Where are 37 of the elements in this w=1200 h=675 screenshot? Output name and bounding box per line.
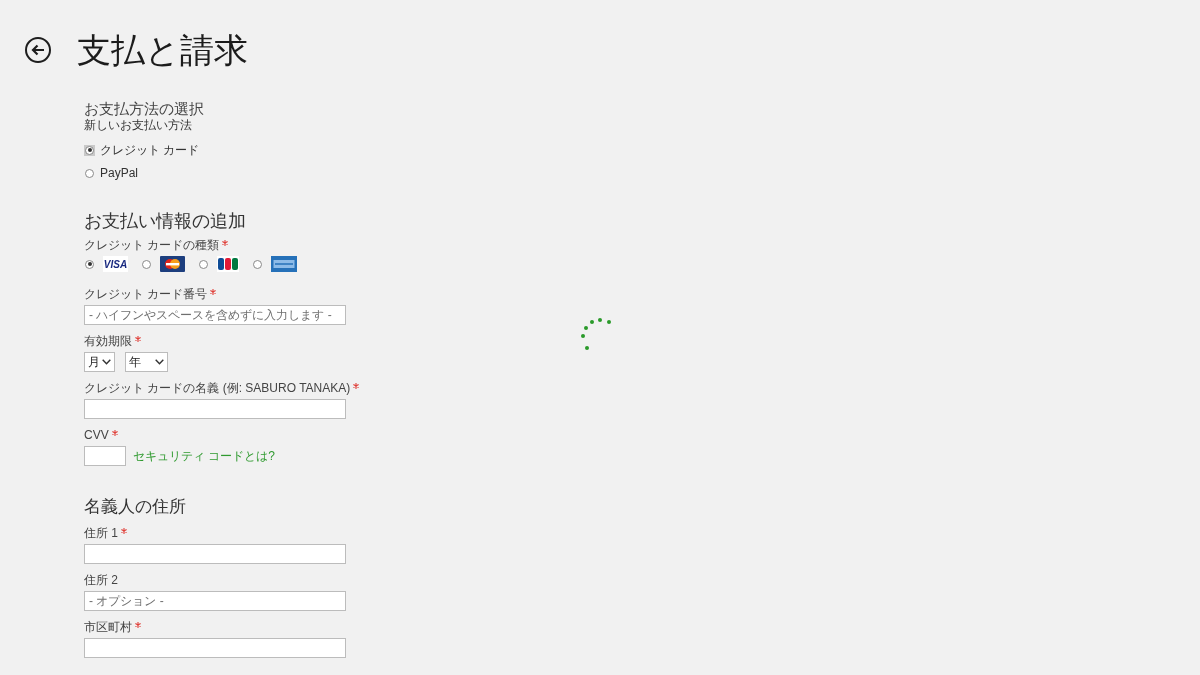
card-logo-icon bbox=[160, 256, 185, 272]
dropdown[interactable]: 月 bbox=[84, 352, 115, 372]
field-label: 住所 1 bbox=[84, 526, 118, 541]
chevron-down-icon bbox=[155, 359, 164, 365]
chevron-down-icon bbox=[102, 359, 111, 365]
back-icon[interactable] bbox=[25, 37, 51, 63]
field-label: CVV bbox=[84, 428, 109, 443]
loading-spinner-icon bbox=[581, 317, 613, 351]
dropdown[interactable]: 年 bbox=[125, 352, 168, 372]
text-input[interactable] bbox=[84, 446, 126, 466]
option-label[interactable]: クレジット カード bbox=[100, 142, 200, 158]
field-label: 住所 2 bbox=[84, 573, 118, 588]
section-heading: お支払方法の選択 bbox=[84, 100, 205, 118]
radio-button[interactable] bbox=[141, 258, 152, 270]
section-subheading: 新しいお支払い方法 bbox=[84, 118, 193, 133]
page-title: 支払と請求 bbox=[77, 30, 248, 71]
radio-button[interactable] bbox=[84, 144, 95, 156]
section-heading: お支払い情報の追加 bbox=[84, 210, 247, 232]
field-label: 有効期限 bbox=[84, 334, 132, 349]
field-label: クレジット カードの名義 (例: SABURO TANAKA) bbox=[84, 381, 351, 396]
section-heading: 名義人の住所 bbox=[84, 496, 187, 517]
option-label[interactable]: PayPal bbox=[100, 165, 139, 181]
radio-button[interactable] bbox=[252, 258, 263, 270]
text-input[interactable] bbox=[84, 544, 346, 564]
radio-button[interactable] bbox=[84, 258, 95, 270]
radio-button[interactable] bbox=[198, 258, 209, 270]
text-input[interactable] bbox=[84, 638, 346, 658]
field-label: 市区町村 bbox=[84, 620, 132, 635]
card-logo-icon bbox=[217, 256, 239, 272]
card-logo-icon bbox=[271, 256, 297, 272]
text-input[interactable]: - ハイフンやスペースを含めずに入力します - bbox=[84, 305, 346, 325]
field-label: クレジット カード番号 bbox=[84, 287, 208, 302]
field-label: クレジット カードの種類 bbox=[84, 238, 220, 253]
text-input[interactable]: - オプション - bbox=[84, 591, 346, 611]
visa-logo: VISA bbox=[103, 256, 128, 272]
radio-button[interactable] bbox=[84, 167, 95, 179]
text-input[interactable] bbox=[84, 399, 346, 419]
